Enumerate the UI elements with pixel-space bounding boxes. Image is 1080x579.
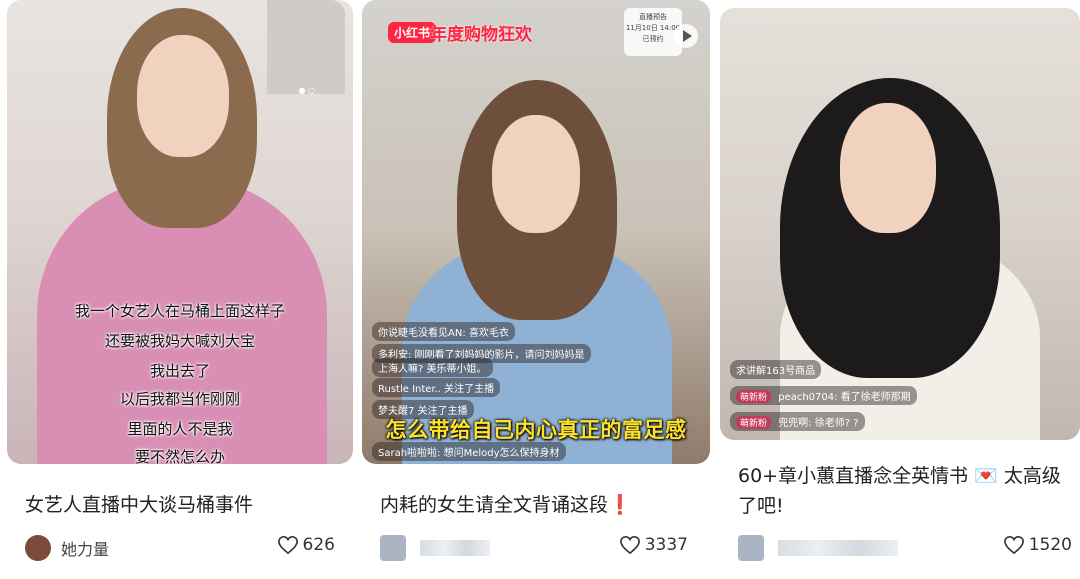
chat-message: 上海人嘛? 美乐蒂小姐。 — [372, 358, 493, 377]
play-icon[interactable] — [674, 24, 698, 48]
chat-message: Sarah啦啦啦: 想问Melody怎么保持身材 — [372, 442, 566, 461]
brand-logo: 小红书 — [388, 22, 437, 43]
heart-outline-icon — [277, 535, 298, 555]
chat-text: 兜兜啊: 徐老师? ? — [778, 418, 859, 429]
note-title[interactable]: 女艺人直播中大谈马桶事件 — [25, 490, 253, 520]
author-info[interactable] — [738, 535, 898, 561]
subtitle-line: 要不然怎么办 — [134, 448, 225, 464]
subtitle-line: 还要被我妈大喊刘大宝 — [104, 332, 255, 350]
carousel-dots: ● ○ — [298, 86, 315, 95]
author-avatar[interactable] — [25, 535, 51, 561]
cover-person-face — [492, 115, 580, 233]
live-subtitle: 怎么带给自己内心真正的富足感 — [385, 418, 687, 442]
like-count: 626 — [302, 535, 335, 555]
chat-text: peach0704: 看了徐老师那期 — [778, 392, 911, 403]
fan-badge: 萌新粉 — [736, 416, 772, 429]
author-info[interactable] — [380, 535, 490, 561]
note-cover-image[interactable]: 小红书 年度购物狂欢 直播预告 11月10日 14:00 已预约 你说睫毛没看见… — [362, 0, 710, 464]
like-count: 3337 — [644, 535, 688, 555]
like-button[interactable]: 626 — [277, 535, 335, 555]
fan-badge: 萌新粉 — [736, 390, 772, 403]
author-name[interactable]: 她力量 — [61, 536, 109, 560]
chat-message: Rustle Inter.. 关注了主播 — [372, 378, 501, 397]
author-name-blurred[interactable] — [420, 540, 490, 556]
like-button[interactable]: 3337 — [619, 535, 688, 555]
cover-person-face — [840, 103, 936, 233]
chat-message: 求讲解163号商品 — [730, 360, 822, 379]
author-name-blurred[interactable] — [778, 540, 898, 556]
chat-message: 萌新粉 兜兜啊: 徐老师? ? — [730, 412, 865, 431]
live-notice-title: 直播预告 — [639, 13, 667, 21]
cover-inset-image — [267, 0, 345, 94]
cover-person-face — [137, 35, 229, 157]
note-card-3[interactable]: 求讲解163号商品 萌新粉 peach0704: 看了徐老师那期 萌新粉 兜兜啊… — [720, 0, 1080, 561]
chat-message: 萌新粉 peach0704: 看了徐老师那期 — [730, 386, 917, 405]
author-avatar-blurred[interactable] — [738, 535, 764, 561]
note-cover-image[interactable]: 求讲解163号商品 萌新粉 peach0704: 看了徐老师那期 萌新粉 兜兜啊… — [720, 8, 1080, 440]
like-count: 1520 — [1028, 535, 1072, 555]
subtitle-line: 我出去了 — [149, 362, 210, 380]
live-preview-notice[interactable]: 直播预告 11月10日 14:00 已预约 — [624, 8, 682, 56]
subtitle-line: 我一个女艺人在马桶上面这样子 — [74, 302, 285, 320]
heart-outline-icon — [619, 535, 640, 555]
chat-message: 你说睫毛没看见AN: 喜欢毛衣 — [372, 322, 515, 341]
chat-text: 求讲解163号商品 — [736, 366, 816, 377]
author-info[interactable]: 她力量 — [25, 535, 109, 561]
heart-outline-icon — [1003, 535, 1024, 555]
like-button[interactable]: 1520 — [1003, 535, 1072, 555]
subtitle-line: 以后我都当作刚刚 — [119, 390, 240, 408]
note-card-2[interactable]: 小红书 年度购物狂欢 直播预告 11月10日 14:00 已预约 你说睫毛没看见… — [362, 0, 710, 561]
note-cover-image[interactable]: ● ○ 我一个女艺人在马桶上面这样子 还要被我妈大喊刘大宝 我出去了 以后我都当… — [7, 0, 353, 464]
live-notice-time: 11月10日 14:00 — [625, 24, 681, 32]
subtitle-line: 里面的人不是我 — [127, 420, 233, 438]
note-card-1[interactable]: ● ○ 我一个女艺人在马桶上面这样子 还要被我妈大喊刘大宝 我出去了 以后我都当… — [7, 0, 353, 561]
note-title[interactable]: 60+章小蕙直播念全英情书 💌 太高级了吧! — [738, 461, 1068, 521]
note-title[interactable]: 内耗的女生请全文背诵这段❗ — [380, 490, 632, 520]
author-avatar-blurred[interactable] — [380, 535, 406, 561]
event-banner-text: 年度购物狂欢 — [430, 25, 532, 45]
